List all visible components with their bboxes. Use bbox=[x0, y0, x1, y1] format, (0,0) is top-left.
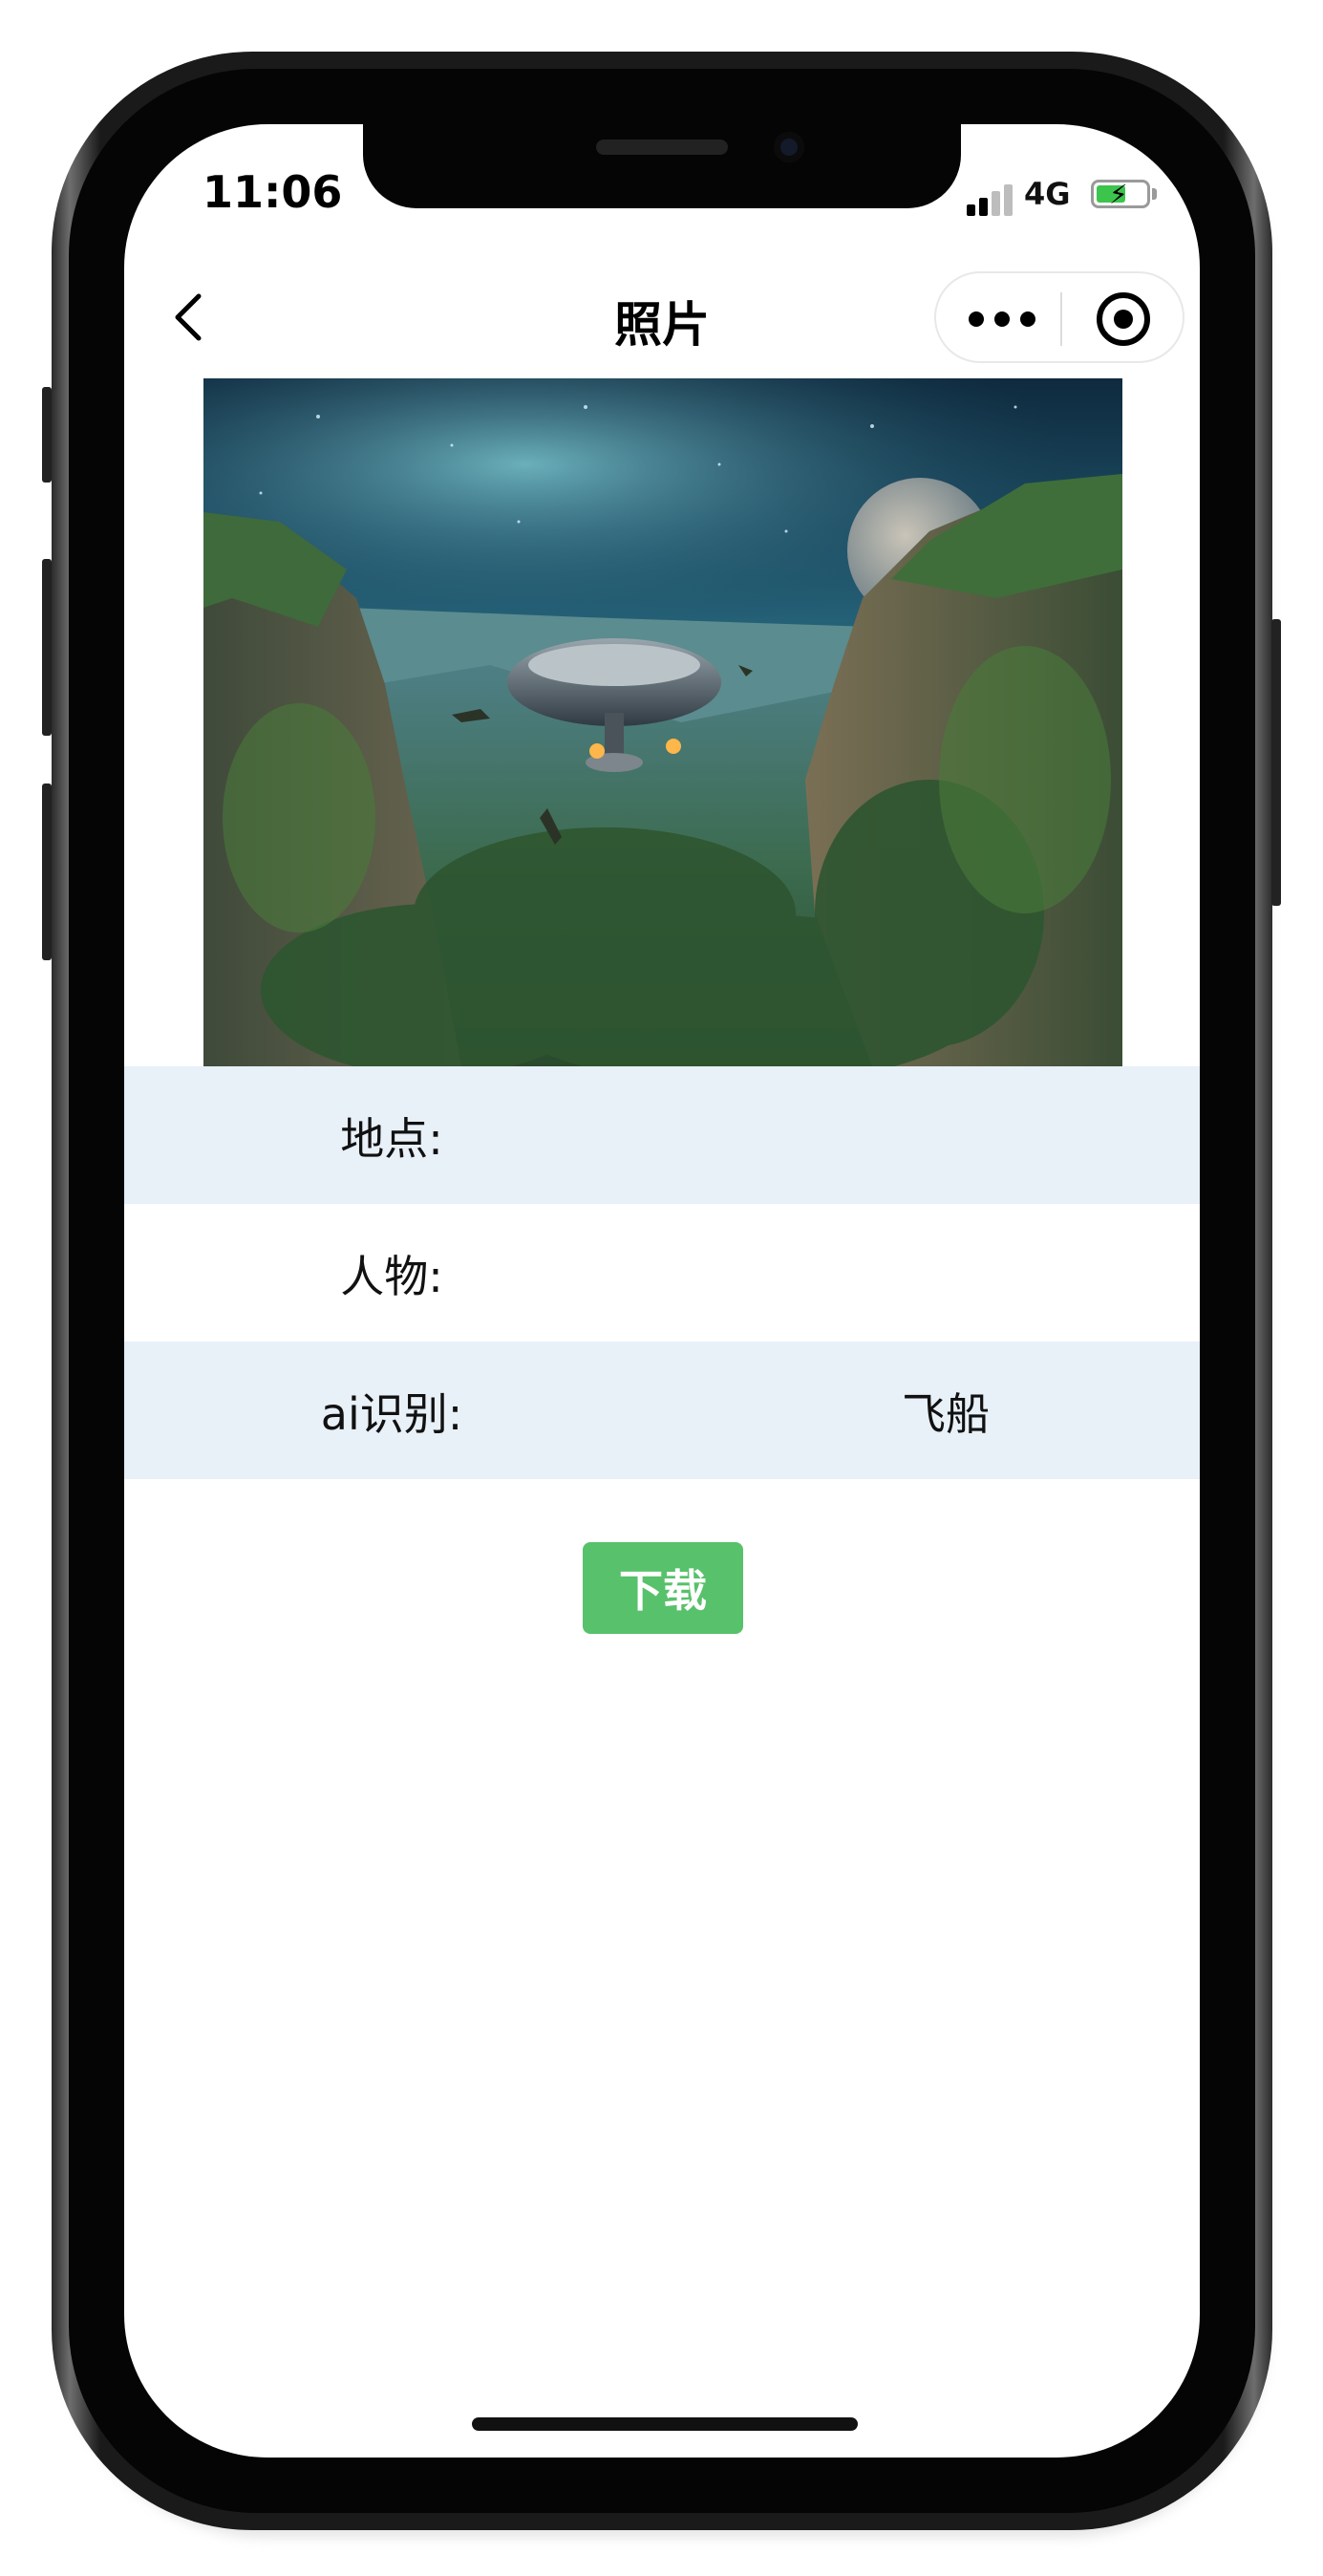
volume-up-button bbox=[42, 559, 52, 736]
more-options-icon[interactable] bbox=[969, 310, 1035, 329]
battery-icon: ⚡ bbox=[1091, 179, 1150, 210]
photo-image bbox=[203, 378, 1122, 1066]
location-label: 地点: bbox=[340, 1113, 443, 1165]
info-row-location: 地点: bbox=[124, 1066, 1200, 1204]
navigation-bar: 照片 bbox=[124, 268, 1200, 382]
close-mini-program-icon[interactable] bbox=[1097, 292, 1150, 346]
info-row-ai-recognition: ai识别: 飞船 bbox=[124, 1342, 1200, 1479]
ai-recognition-value: 飞船 bbox=[902, 1388, 990, 1440]
people-label: 人物: bbox=[340, 1251, 443, 1302]
mini-program-capsule bbox=[934, 271, 1184, 363]
capsule-divider bbox=[1060, 292, 1062, 346]
power-button bbox=[1271, 619, 1281, 906]
network-type: 4G bbox=[1024, 176, 1071, 212]
front-camera bbox=[774, 132, 804, 162]
phone-screen: 11:06 4G ⚡ 照片 地点: 人物: ai识别: 飞船 下载 bbox=[124, 124, 1200, 2458]
notch bbox=[363, 124, 961, 208]
signal-icon bbox=[967, 183, 1016, 216]
status-time: 11:06 bbox=[203, 166, 343, 218]
earpiece-speaker bbox=[596, 140, 728, 155]
charging-bolt-icon: ⚡ bbox=[1109, 179, 1128, 210]
home-indicator[interactable] bbox=[472, 2417, 858, 2431]
download-button[interactable]: 下载 bbox=[583, 1542, 743, 1634]
battery-tip bbox=[1152, 188, 1157, 200]
info-row-people: 人物: bbox=[124, 1204, 1200, 1342]
mute-switch bbox=[42, 387, 52, 483]
ai-recognition-label: ai识别: bbox=[320, 1388, 463, 1440]
volume-down-button bbox=[42, 784, 52, 960]
